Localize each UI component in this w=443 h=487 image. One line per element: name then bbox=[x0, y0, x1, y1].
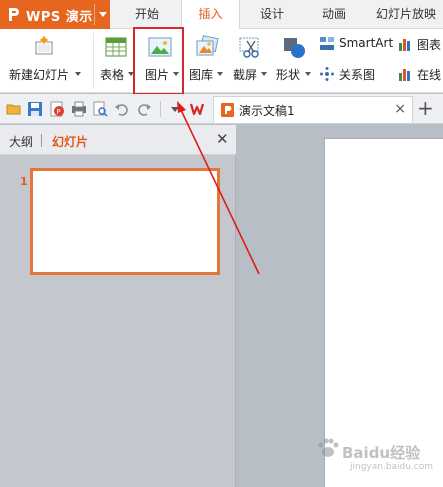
document-title: 演示文稿1 bbox=[239, 104, 295, 118]
presentation-file-icon bbox=[221, 103, 234, 117]
redo-icon[interactable] bbox=[136, 101, 152, 117]
smartart-label: SmartArt bbox=[339, 36, 394, 50]
paw-icon bbox=[318, 438, 339, 457]
relation-chart-label: 关系图 bbox=[339, 68, 376, 82]
tab-slides[interactable]: 幻灯片 bbox=[52, 133, 88, 150]
tab-slideshow[interactable]: 幻灯片放映 bbox=[366, 0, 443, 29]
online-button[interactable]: 在线 bbox=[398, 65, 443, 83]
document-tab[interactable]: 演示文稿1 × bbox=[213, 96, 413, 123]
svg-text:P: P bbox=[56, 108, 60, 116]
gallery-icon bbox=[196, 35, 219, 56]
shapes-dropdown-icon[interactable] bbox=[305, 72, 311, 76]
watermark-subtext: jingyan.baidu.com bbox=[350, 462, 434, 472]
gallery-label: 图库 bbox=[189, 68, 214, 82]
chart-button[interactable]: 图表 bbox=[398, 35, 443, 53]
slide-number: 1 bbox=[20, 175, 28, 188]
ribbon-insert-panel: 新建幻灯片 表格 图片 图库 截屏 形状 SmartArt 图表 关系图 在线 bbox=[0, 29, 443, 93]
watermark-text: Baidu经验 bbox=[342, 444, 421, 462]
open-folder-icon[interactable] bbox=[6, 101, 22, 117]
slide-thumbnail[interactable] bbox=[30, 168, 220, 275]
print-preview-icon[interactable] bbox=[92, 101, 108, 117]
undo-icon[interactable] bbox=[114, 101, 130, 117]
export-pdf-icon[interactable]: P bbox=[49, 101, 65, 117]
gallery-dropdown-icon[interactable] bbox=[217, 72, 223, 76]
relation-chart-button[interactable]: 关系图 bbox=[320, 65, 384, 83]
print-icon[interactable] bbox=[71, 101, 87, 117]
new-document-plus-icon[interactable]: + bbox=[417, 96, 434, 120]
close-document-icon[interactable]: × bbox=[394, 101, 406, 117]
ribbon-tab-bar: WPS 演示 开始 插入 设计 动画 幻灯片放映 bbox=[0, 0, 443, 30]
panel-header: 大纲 幻灯片 ✕ bbox=[0, 125, 236, 155]
close-panel-icon[interactable]: ✕ bbox=[216, 130, 229, 148]
scissors-icon bbox=[239, 37, 259, 58]
online-label: 在线 bbox=[417, 68, 442, 82]
quick-access-toolbar: P 演示文稿1 × + bbox=[0, 94, 443, 124]
new-slide-label: 新建幻灯片 bbox=[9, 68, 70, 82]
chart-label: 图表 bbox=[417, 38, 442, 52]
slide-navigation-panel: 大纲 幻灯片 ✕ 1 bbox=[0, 125, 236, 487]
table-button[interactable]: 表格 bbox=[97, 29, 134, 93]
table-icon bbox=[105, 37, 127, 57]
chart-icon bbox=[399, 39, 410, 51]
watermark-logo: Baidu经验 jingyan.baidu.com bbox=[316, 428, 436, 478]
tab-home[interactable]: 开始 bbox=[110, 0, 184, 29]
tab-outline[interactable]: 大纲 bbox=[9, 133, 33, 150]
tab-insert[interactable]: 插入 bbox=[181, 0, 240, 30]
shapes-button[interactable]: 形状 bbox=[274, 29, 316, 93]
save-icon[interactable] bbox=[27, 101, 43, 117]
table-label: 表格 bbox=[100, 68, 125, 82]
highlight-box-picture bbox=[133, 27, 184, 95]
smartart-button[interactable]: SmartArt bbox=[320, 35, 396, 53]
smartart-icon bbox=[320, 37, 334, 50]
gallery-button[interactable]: 图库 bbox=[186, 29, 228, 93]
new-slide-button[interactable]: 新建幻灯片 bbox=[4, 29, 84, 93]
new-slide-icon bbox=[35, 36, 53, 55]
wps-logo-icon bbox=[9, 8, 19, 21]
screenshot-button[interactable]: 截屏 bbox=[230, 29, 270, 93]
new-slide-dropdown-icon[interactable] bbox=[75, 72, 81, 76]
app-menu-caret-icon[interactable] bbox=[99, 12, 107, 17]
screenshot-label: 截屏 bbox=[233, 68, 258, 82]
tab-animation[interactable]: 动画 bbox=[304, 0, 364, 29]
tab-design[interactable]: 设计 bbox=[242, 0, 302, 29]
online-chart-icon bbox=[399, 69, 410, 81]
customize-toolbar-dropdown-icon[interactable] bbox=[167, 101, 183, 117]
shapes-label: 形状 bbox=[276, 68, 301, 82]
app-menu-button[interactable]: WPS 演示 bbox=[0, 0, 110, 29]
app-title: WPS 演示 bbox=[26, 10, 93, 25]
relation-chart-icon bbox=[320, 67, 334, 81]
screenshot-dropdown-icon[interactable] bbox=[261, 72, 267, 76]
shapes-icon bbox=[284, 38, 305, 58]
wps-office-icon[interactable] bbox=[190, 101, 208, 117]
